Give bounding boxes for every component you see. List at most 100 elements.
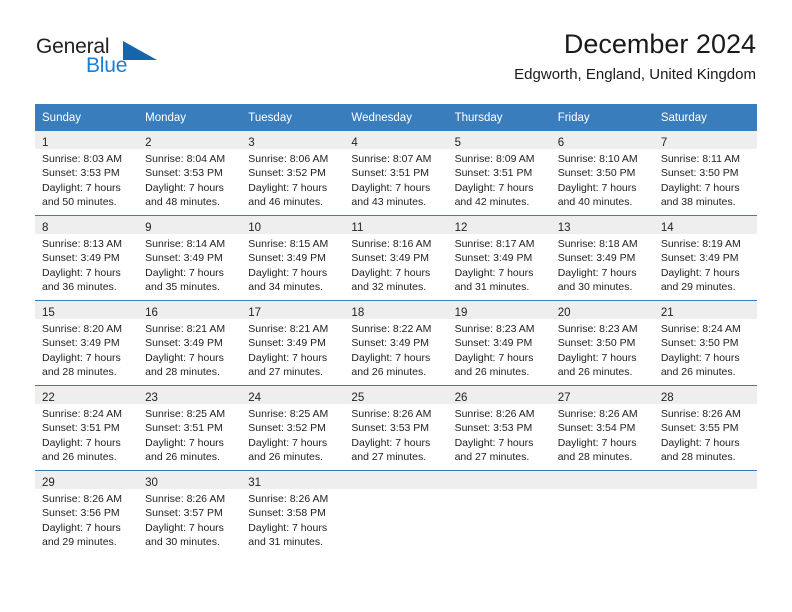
sunrise-text: Sunrise: 8:22 AM bbox=[351, 323, 432, 335]
page-title: December 2024 bbox=[563, 29, 756, 59]
daylight-text-line1: Daylight: 7 hours bbox=[557, 436, 637, 449]
sunset-text: Sunset: 3:55 PM bbox=[660, 422, 739, 435]
sunrise-text: Sunrise: 8:24 AM bbox=[42, 408, 122, 420]
calendar-day-cell[interactable]: 28 Sunrise: 8:26 AM Sunset: 3:55 PM Dayl… bbox=[653, 385, 757, 471]
daylight-text-line2: and 27 minutes. bbox=[454, 450, 530, 463]
sunset-text: Sunset: 3:49 PM bbox=[454, 337, 533, 350]
calendar-day-cell[interactable]: 19 Sunrise: 8:23 AM Sunset: 3:49 PM Dayl… bbox=[447, 300, 551, 386]
calendar-day-cell[interactable]: 15 Sunrise: 8:20 AM Sunset: 3:49 PM Dayl… bbox=[35, 300, 139, 386]
calendar-day-cell[interactable]: 12 Sunrise: 8:17 AM Sunset: 3:49 PM Dayl… bbox=[447, 215, 551, 301]
calendar-day-cell[interactable]: 31 Sunrise: 8:26 AM Sunset: 3:58 PM Dayl… bbox=[241, 470, 345, 555]
calendar-day-cell[interactable]: 26 Sunrise: 8:26 AM Sunset: 3:53 PM Dayl… bbox=[447, 385, 551, 471]
day-number: 19 bbox=[454, 307, 468, 319]
calendar-day-cell[interactable]: 5 Sunrise: 8:09 AM Sunset: 3:51 PM Dayli… bbox=[447, 131, 551, 216]
calendar-day-cell[interactable]: 16 Sunrise: 8:21 AM Sunset: 3:49 PM Dayl… bbox=[138, 300, 242, 386]
daylight-text-line1: Daylight: 7 hours bbox=[557, 181, 637, 194]
daylight-text-line2: and 35 minutes. bbox=[145, 280, 220, 293]
daylight-text-line1: Daylight: 7 hours bbox=[660, 351, 740, 364]
sunrise-text: Sunrise: 8:13 AM bbox=[42, 238, 122, 250]
day-number: 5 bbox=[454, 137, 461, 149]
daylight-text-line2: and 43 minutes. bbox=[351, 195, 427, 208]
daylight-text-line2: and 28 minutes. bbox=[145, 365, 220, 378]
daylight-text-line2: and 48 minutes. bbox=[145, 195, 220, 208]
daylight-text-line1: Daylight: 7 hours bbox=[248, 266, 328, 279]
sunrise-text: Sunrise: 8:26 AM bbox=[42, 493, 122, 505]
daylight-text-line1: Daylight: 7 hours bbox=[42, 521, 121, 534]
calendar-day-cell[interactable]: 24 Sunrise: 8:25 AM Sunset: 3:52 PM Dayl… bbox=[241, 385, 345, 471]
calendar-day-cell[interactable]: 25 Sunrise: 8:26 AM Sunset: 3:53 PM Dayl… bbox=[344, 385, 448, 471]
sunrise-text: Sunrise: 8:26 AM bbox=[145, 493, 226, 505]
day-number: 11 bbox=[351, 222, 364, 234]
calendar-day-cell[interactable]: 8 Sunrise: 8:13 AM Sunset: 3:49 PM Dayli… bbox=[35, 215, 139, 301]
calendar-day-cell[interactable]: 18 Sunrise: 8:22 AM Sunset: 3:49 PM Dayl… bbox=[344, 300, 448, 386]
daylight-text-line1: Daylight: 7 hours bbox=[42, 266, 121, 279]
calendar-day-cell[interactable]: 1 Sunrise: 8:03 AM Sunset: 3:53 PM Dayli… bbox=[35, 131, 139, 216]
sunset-text: Sunset: 3:51 PM bbox=[42, 422, 120, 435]
day-number: 12 bbox=[454, 222, 468, 234]
calendar-day-cell[interactable]: 29 Sunrise: 8:26 AM Sunset: 3:56 PM Dayl… bbox=[35, 470, 139, 555]
daylight-text-line1: Daylight: 7 hours bbox=[248, 521, 328, 534]
daylight-text-line1: Daylight: 7 hours bbox=[557, 266, 637, 279]
day-number: 31 bbox=[248, 477, 262, 489]
calendar-day-cell[interactable]: 4 Sunrise: 8:07 AM Sunset: 3:51 PM Dayli… bbox=[344, 131, 448, 216]
calendar-day-cell[interactable]: 14 Sunrise: 8:19 AM Sunset: 3:49 PM Dayl… bbox=[653, 215, 757, 301]
calendar-day-cell[interactable]: 13 Sunrise: 8:18 AM Sunset: 3:49 PM Dayl… bbox=[550, 215, 654, 301]
day-number: 30 bbox=[145, 477, 158, 489]
daylight-text-line1: Daylight: 7 hours bbox=[454, 436, 534, 449]
calendar-day-cell[interactable]: 22 Sunrise: 8:24 AM Sunset: 3:51 PM Dayl… bbox=[35, 385, 139, 471]
sunset-text: Sunset: 3:50 PM bbox=[557, 167, 636, 180]
day-number: 7 bbox=[660, 137, 668, 149]
sunrise-text: Sunrise: 8:15 AM bbox=[248, 238, 329, 250]
page-subtitle: Edgworth, England, United Kingdom bbox=[514, 66, 756, 83]
calendar-week-row: 22 Sunrise: 8:24 AM Sunset: 3:51 PM Dayl… bbox=[35, 385, 757, 471]
calendar-day-cell[interactable]: 21 Sunrise: 8:24 AM Sunset: 3:50 PM Dayl… bbox=[653, 300, 757, 386]
day-number: 1 bbox=[42, 137, 49, 149]
daylight-text-line2: and 42 minutes. bbox=[454, 195, 530, 208]
calendar-body: 1 Sunrise: 8:03 AM Sunset: 3:53 PM Dayli… bbox=[35, 131, 757, 555]
calendar-day-cell[interactable]: 11 Sunrise: 8:16 AM Sunset: 3:49 PM Dayl… bbox=[344, 215, 448, 301]
calendar-day-cell[interactable]: 30 Sunrise: 8:26 AM Sunset: 3:57 PM Dayl… bbox=[138, 470, 242, 555]
daylight-text-line1: Daylight: 7 hours bbox=[145, 351, 224, 364]
sunset-text: Sunset: 3:49 PM bbox=[145, 337, 223, 350]
calendar-day-cell[interactable]: 17 Sunrise: 8:21 AM Sunset: 3:49 PM Dayl… bbox=[241, 300, 345, 386]
day-number: 17 bbox=[248, 307, 262, 319]
calendar-day-cell[interactable]: 23 Sunrise: 8:25 AM Sunset: 3:51 PM Dayl… bbox=[138, 385, 242, 471]
sunrise-text: Sunrise: 8:11 AM bbox=[660, 153, 741, 165]
sunrise-text: Sunrise: 8:09 AM bbox=[454, 153, 535, 165]
general-blue-logo[interactable]: General Blue bbox=[36, 36, 157, 84]
day-number: 13 bbox=[557, 222, 571, 234]
daylight-text-line1: Daylight: 7 hours bbox=[145, 181, 224, 194]
calendar-day-cell[interactable]: 7 Sunrise: 8:11 AM Sunset: 3:50 PM Dayli… bbox=[653, 131, 757, 216]
daylight-text-line2: and 31 minutes. bbox=[248, 535, 323, 548]
page-header: General Blue December 2024 Edgworth, Eng… bbox=[0, 0, 792, 98]
calendar-day-cell[interactable]: 6 Sunrise: 8:10 AM Sunset: 3:50 PM Dayli… bbox=[550, 131, 654, 216]
daylight-text-line2: and 46 minutes. bbox=[248, 195, 323, 208]
sunset-text: Sunset: 3:50 PM bbox=[660, 337, 739, 350]
calendar-day-cell[interactable]: 10 Sunrise: 8:15 AM Sunset: 3:49 PM Dayl… bbox=[241, 215, 345, 301]
daylight-text-line2: and 26 minutes. bbox=[248, 450, 323, 463]
sunrise-text: Sunrise: 8:04 AM bbox=[145, 153, 226, 165]
sunrise-text: Sunrise: 8:23 AM bbox=[454, 323, 535, 335]
calendar-day-cell[interactable]: 27 Sunrise: 8:26 AM Sunset: 3:54 PM Dayl… bbox=[550, 385, 654, 471]
calendar-day-cell[interactable]: 20 Sunrise: 8:23 AM Sunset: 3:50 PM Dayl… bbox=[550, 300, 654, 386]
sunset-text: Sunset: 3:50 PM bbox=[557, 337, 636, 350]
daylight-text-line2: and 31 minutes. bbox=[454, 280, 530, 293]
day-number: 18 bbox=[351, 307, 365, 319]
weekday-header-monday: Monday bbox=[138, 104, 242, 131]
sunset-text: Sunset: 3:54 PM bbox=[557, 422, 636, 435]
day-number: 28 bbox=[660, 392, 674, 404]
daylight-text-line1: Daylight: 7 hours bbox=[660, 266, 740, 279]
day-number: 23 bbox=[145, 392, 158, 404]
sunrise-text: Sunrise: 8:26 AM bbox=[248, 493, 329, 505]
weekday-header-friday: Friday bbox=[550, 104, 654, 131]
calendar-day-cell[interactable]: 2 Sunrise: 8:04 AM Sunset: 3:53 PM Dayli… bbox=[138, 131, 242, 216]
sunset-text: Sunset: 3:53 PM bbox=[454, 422, 533, 435]
day-number: 22 bbox=[42, 392, 55, 404]
calendar-day-cell[interactable]: 3 Sunrise: 8:06 AM Sunset: 3:52 PM Dayli… bbox=[241, 131, 345, 216]
calendar-day-cell[interactable]: 9 Sunrise: 8:14 AM Sunset: 3:49 PM Dayli… bbox=[138, 215, 242, 301]
day-number: 26 bbox=[454, 392, 468, 404]
daylight-text-line1: Daylight: 7 hours bbox=[248, 351, 328, 364]
sunset-text: Sunset: 3:53 PM bbox=[42, 167, 120, 180]
sunrise-text: Sunrise: 8:17 AM bbox=[454, 238, 535, 250]
daylight-text-line1: Daylight: 7 hours bbox=[145, 436, 224, 449]
